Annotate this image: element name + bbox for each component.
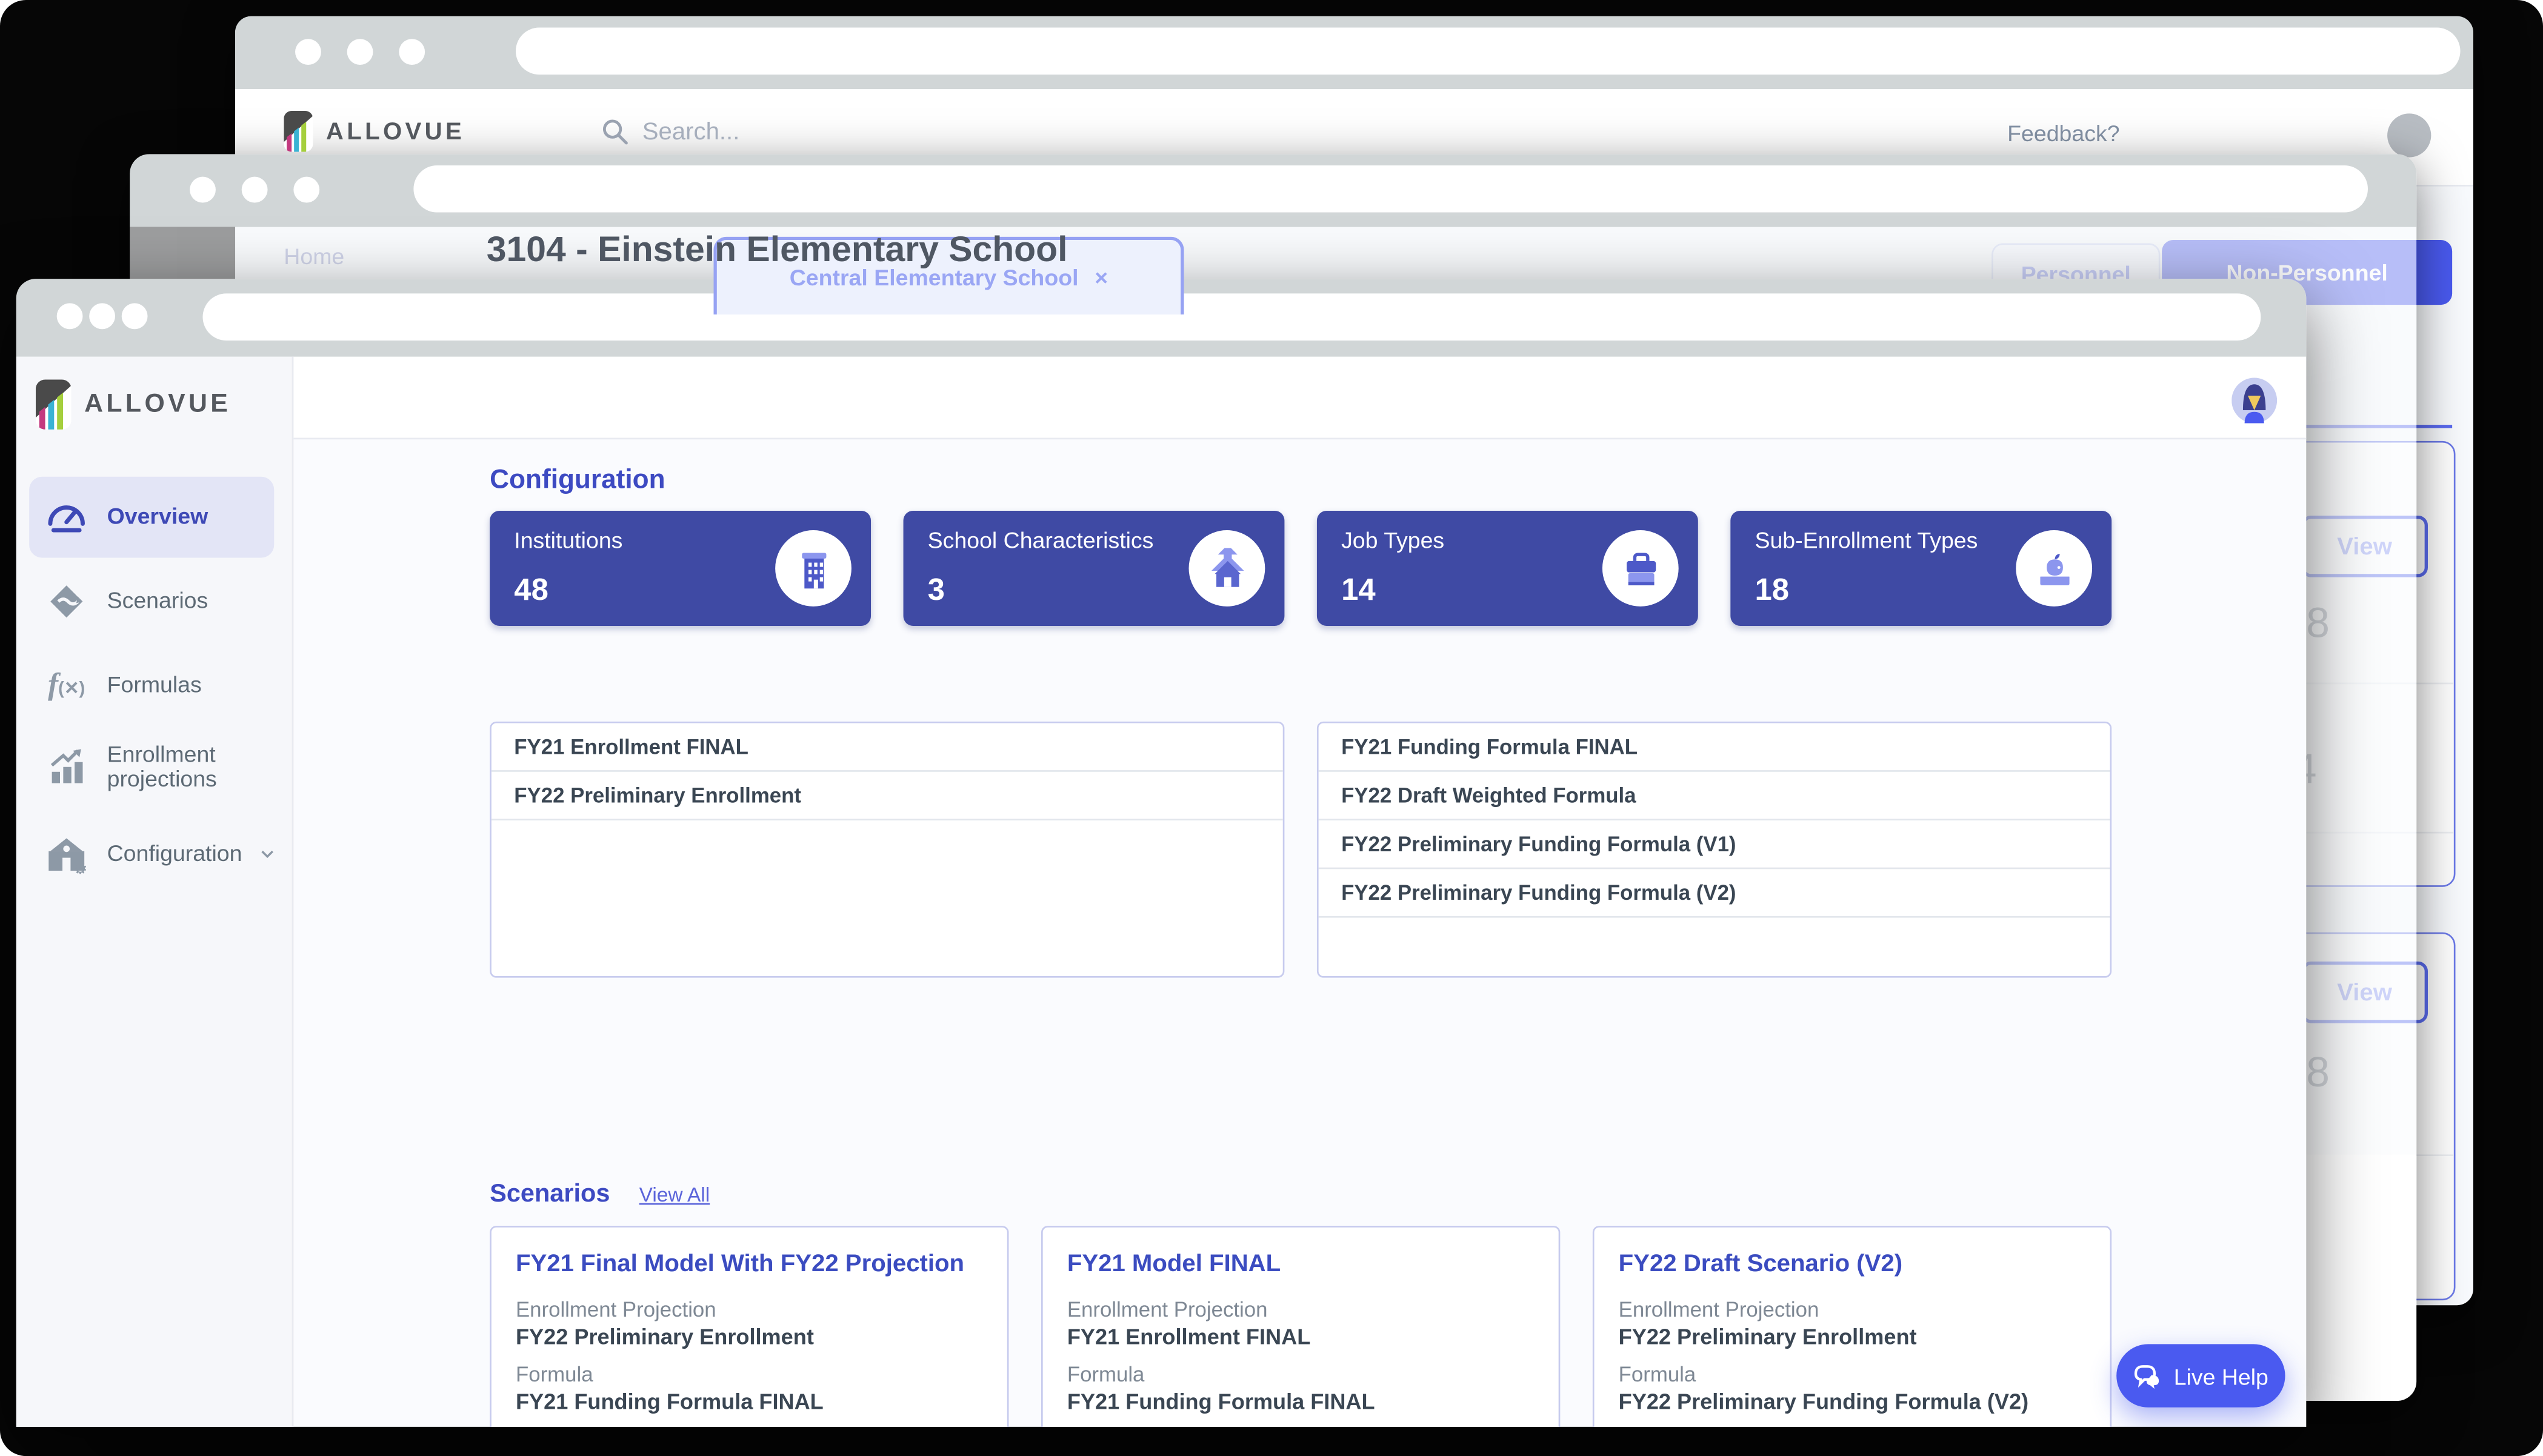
list-item[interactable]: FY22 Preliminary Funding Formula (V2): [1319, 869, 2110, 917]
card-label: Job Types: [1341, 527, 1444, 553]
window-control-close-icon[interactable]: [190, 177, 216, 203]
scenario-card[interactable]: FY21 Final Model With FY22 Projection En…: [490, 1226, 1008, 1427]
job-types-card[interactable]: Job Types 14: [1317, 511, 1698, 626]
configuration-section-title: Configuration: [490, 465, 665, 496]
window-control-minimize-icon[interactable]: [242, 177, 268, 203]
sidebar-item-scenarios[interactable]: Scenarios: [29, 561, 274, 642]
card-value: 48: [514, 574, 548, 610]
window-control-zoom-icon[interactable]: [399, 39, 425, 65]
card-label: Sub-Enrollment Types: [1755, 527, 1978, 553]
tab-close-icon[interactable]: ×: [1095, 264, 1108, 290]
address-bar[interactable]: [413, 165, 2368, 213]
enrollment-projections-panel: FY21 Enrollment FINAL FY22 Preliminary E…: [490, 722, 1284, 978]
window-titlebar: [235, 16, 2473, 89]
projection-label: Enrollment Projection: [1067, 1297, 1535, 1321]
allovue-logo: ALLOVUE: [284, 110, 465, 153]
sidebar-item-label: Enrollment projections: [107, 742, 275, 792]
scenario-card[interactable]: FY22 Draft Scenario (V2) Enrollment Proj…: [1593, 1226, 2111, 1427]
sidebar-item-overview[interactable]: Overview: [29, 477, 274, 558]
formula-value: FY22 Preliminary Funding Formula (V2): [1619, 1389, 2086, 1414]
schoolhouse-icon: [1189, 530, 1265, 607]
sidebar-item-label: Configuration: [107, 842, 242, 867]
window-control-close-icon[interactable]: [295, 39, 321, 65]
brand-name: ALLOVUE: [326, 118, 465, 145]
view-all-link[interactable]: View All: [639, 1183, 710, 1206]
chat-icon: [2133, 1363, 2162, 1389]
svg-text:⚙: ⚙: [73, 859, 87, 874]
projection-value: FY22 Preliminary Enrollment: [516, 1325, 983, 1349]
user-avatar[interactable]: [2387, 113, 2431, 157]
sidebar: ALLOVUE Overview: [16, 357, 294, 1427]
scenario-card[interactable]: FY21 Model FINAL Enrollment Projection F…: [1041, 1226, 1560, 1427]
screenshot-frame: ALLOVUE Search... Feedback? Home Central…: [0, 0, 2543, 1456]
overview-main: Configuration Institutions 48: [292, 438, 2307, 1427]
bar-chart-icon: [45, 748, 88, 786]
list-item[interactable]: FY21 Funding Formula FINAL: [1319, 723, 2110, 772]
scenario-title: FY22 Draft Scenario (V2): [1619, 1250, 2086, 1277]
address-bar[interactable]: [203, 293, 2261, 341]
sidebar-item-label: Formulas: [107, 673, 202, 698]
list-item[interactable]: FY21 Enrollment FINAL: [492, 723, 1283, 772]
feedback-link[interactable]: Feedback?: [2007, 120, 2119, 146]
sub-enrollment-types-card[interactable]: Sub-Enrollment Types 18: [1730, 511, 2111, 626]
projection-value: FY22 Preliminary Enrollment: [1619, 1325, 2086, 1349]
projection-label: Enrollment Projection: [516, 1297, 983, 1321]
window-front: ALLOVUE Overview: [16, 279, 2307, 1427]
sidebar-item-label: Overview: [107, 505, 208, 530]
institutions-card[interactable]: Institutions 48: [490, 511, 871, 626]
live-help-label: Live Help: [2174, 1363, 2268, 1389]
sidebar-item-enrollment-projections[interactable]: Enrollment projections: [29, 726, 274, 808]
window-control-zoom-icon[interactable]: [293, 177, 319, 203]
card-label: School Characteristics: [928, 527, 1154, 553]
card-value: 14: [1341, 574, 1376, 610]
card-label: Institutions: [514, 527, 622, 553]
sidebar-item-configuration[interactable]: ⚙ Configuration: [29, 814, 274, 895]
allovue-logo-icon: [36, 379, 72, 430]
card-value: 3: [928, 574, 945, 610]
formula-label: Formula: [516, 1362, 983, 1386]
section-title: Scenarios: [490, 1180, 610, 1209]
scenarios-icon: [45, 582, 88, 621]
window-titlebar: [130, 154, 2416, 227]
list-item[interactable]: FY22 Preliminary Funding Formula (V1): [1319, 820, 2110, 869]
search-icon: [600, 117, 629, 146]
list-item[interactable]: FY22 Preliminary Enrollment: [492, 772, 1283, 820]
app-header: [292, 357, 2307, 439]
projection-label: Enrollment Projection: [1619, 1297, 2086, 1321]
formulas-panel: FY21 Funding Formula FINAL FY22 Draft We…: [1317, 722, 2111, 978]
sidebar-item-formulas[interactable]: f(✕) Formulas: [29, 645, 274, 726]
page-title: 3104 - Einstein Elementary School: [487, 228, 1068, 271]
window-control-minimize-icon[interactable]: [89, 303, 115, 329]
briefcase-icon: [1602, 530, 1679, 607]
list-item[interactable]: FY22 Draft Weighted Formula: [1319, 772, 2110, 820]
chevron-down-icon: [262, 848, 275, 861]
gauge-icon: [45, 499, 88, 535]
global-search[interactable]: Search...: [600, 117, 739, 146]
apple-book-icon: [2016, 530, 2092, 607]
school-characteristics-card[interactable]: School Characteristics 3: [904, 511, 1285, 626]
window-control-minimize-icon[interactable]: [347, 39, 373, 65]
formula-value: FY21 Funding Formula FINAL: [516, 1389, 983, 1414]
window-control-close-icon[interactable]: [57, 303, 83, 329]
address-bar[interactable]: [516, 27, 2461, 75]
formula-value: FY21 Funding Formula FINAL: [1067, 1389, 1535, 1414]
formulas-icon: f(✕): [45, 668, 88, 704]
projection-value: FY21 Enrollment FINAL: [1067, 1325, 1535, 1349]
search-placeholder: Search...: [642, 118, 740, 145]
scenario-title: FY21 Final Model With FY22 Projection: [516, 1250, 983, 1277]
allovue-logo: ALLOVUE: [36, 379, 231, 430]
formula-label: Formula: [1067, 1362, 1535, 1386]
scenarios-section-head: Scenarios View All: [490, 1180, 710, 1209]
brand-name: ALLOVUE: [84, 390, 231, 419]
user-avatar[interactable]: [2231, 378, 2277, 424]
scenario-title: FY21 Model FINAL: [1067, 1250, 1535, 1277]
card-value: 18: [1755, 574, 1789, 610]
school-gear-icon: ⚙: [45, 835, 88, 874]
sidebar-item-label: Scenarios: [107, 589, 208, 614]
building-icon: [775, 530, 852, 607]
formula-label: Formula: [1619, 1362, 2086, 1386]
allovue-logo-icon: [284, 110, 313, 153]
live-help-button[interactable]: Live Help: [2116, 1344, 2285, 1407]
window-control-zoom-icon[interactable]: [122, 303, 148, 329]
